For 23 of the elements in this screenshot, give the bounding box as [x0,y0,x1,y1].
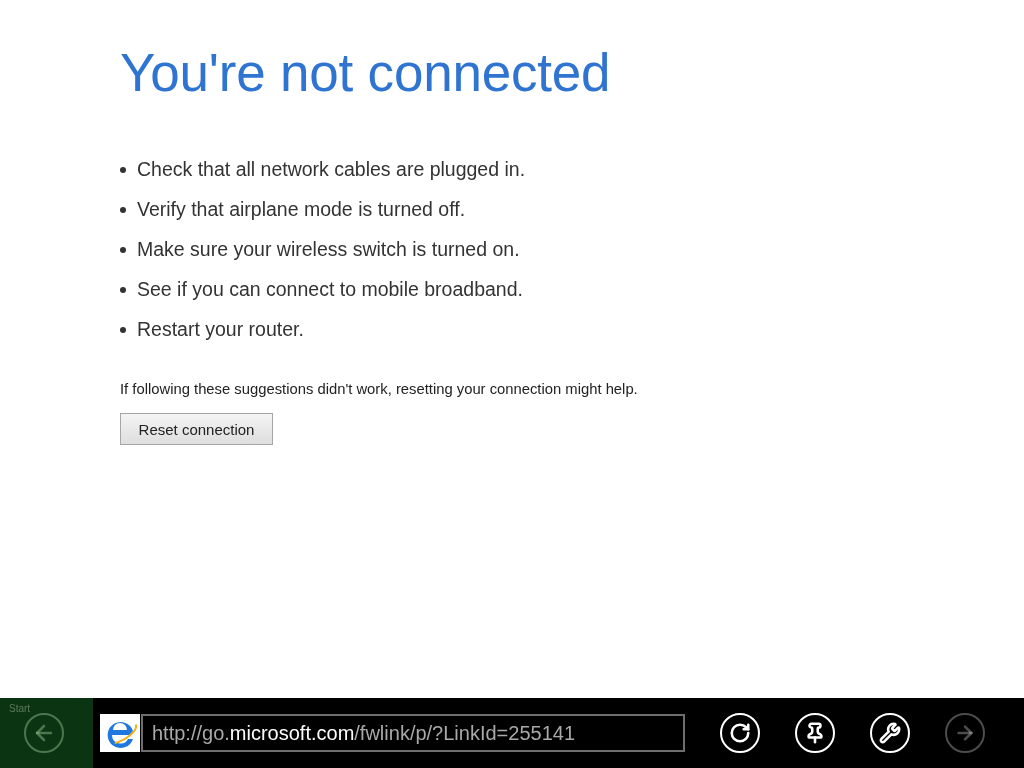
settings-button[interactable] [870,713,910,753]
start-label: Start [9,703,31,714]
suggestion-text: Verify that airplane mode is turned off. [137,198,466,221]
bullet-icon [120,166,126,173]
pin-button[interactable] [795,713,835,753]
bullet-icon [120,246,126,253]
bullet-icon [120,286,126,293]
bullet-icon [120,326,126,333]
suggestion-text: See if you can connect to mobile broadband. [137,278,523,301]
suggestion-text: Check that all network cables are plugged in. [137,158,526,181]
help-text: If following these suggestions didn't work, resetting your connection might help. [120,381,638,397]
suggestion-text: Restart your router. [137,318,304,341]
reset-connection-button[interactable]: Reset connection [120,413,273,445]
bullet-icon [120,206,126,213]
suggestion-text: Make sure your wireless switch is turned on. [137,238,520,261]
pin-icon [804,722,826,744]
wrench-icon [879,722,901,744]
right-arrow-icon [954,722,976,744]
refresh-icon [729,722,751,744]
refresh-button[interactable] [720,713,760,753]
browser-logo-icon [100,714,140,752]
page-title: You're not connected [120,42,611,104]
address-field[interactable]: http://go.microsoft.com/fwlink/p/?LinkId=255141 [141,714,685,752]
